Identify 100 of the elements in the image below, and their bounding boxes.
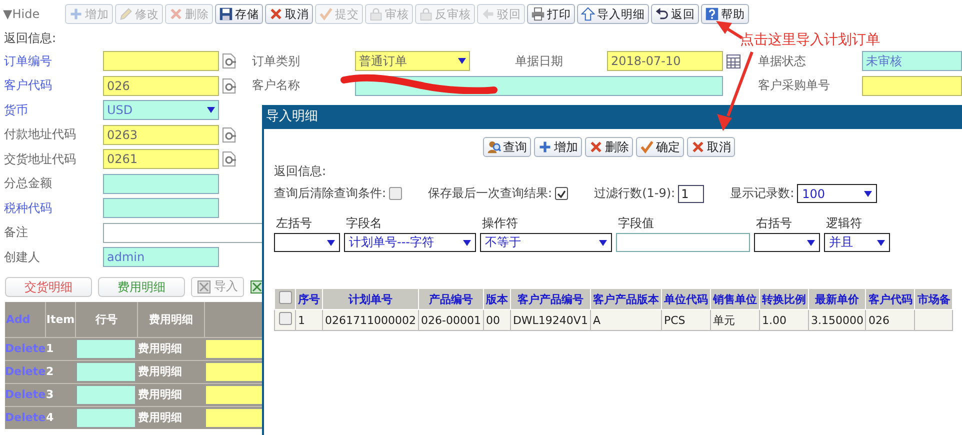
left-arrow-icon <box>481 7 495 21</box>
field-label: 单据状态 <box>758 52 807 70</box>
field-link-label[interactable]: 税种代码 <box>4 200 103 217</box>
pencil-icon <box>119 7 133 21</box>
column-header: 费用明细 <box>138 302 205 336</box>
column-header: 最新单价 <box>808 288 866 310</box>
option-label: 查询后清除查询条件: <box>274 185 386 202</box>
lookup-icon <box>222 78 236 94</box>
table-cell: 单元 <box>710 310 760 330</box>
plus-icon <box>69 7 83 21</box>
input-field[interactable]: 1 <box>678 184 704 202</box>
input-field[interactable] <box>76 384 136 404</box>
cross-icon <box>691 140 705 154</box>
input-field[interactable] <box>76 362 136 382</box>
field-link-label[interactable]: 客户代码 <box>4 77 103 94</box>
check-icon <box>319 7 333 21</box>
field-link-label[interactable]: 订单编号 <box>4 52 103 70</box>
dialog-button[interactable]: 增加 <box>534 137 582 157</box>
check-icon <box>557 190 566 198</box>
dropdown-field[interactable] <box>274 233 340 252</box>
field-label: 备注 <box>4 224 29 242</box>
dropdown-field[interactable]: 不等于 <box>480 233 612 252</box>
input-field[interactable]: 未审核 <box>862 51 962 72</box>
checkbox[interactable] <box>389 187 402 200</box>
input-field[interactable]: 026 <box>103 76 219 96</box>
input-field[interactable] <box>103 174 219 194</box>
input-field[interactable] <box>103 51 219 72</box>
dropdown-field[interactable]: 计划单号---字符 <box>344 233 476 252</box>
dialog-button[interactable]: 取消 <box>687 137 735 157</box>
padlock-icon <box>369 7 383 21</box>
padlock-icon <box>419 7 433 21</box>
printer-icon <box>531 7 545 21</box>
toolbar-button[interactable]: 帮助 <box>701 4 749 24</box>
field-label: 创建人 <box>4 248 41 266</box>
field-label: 分总金额 <box>4 175 53 192</box>
filter-label: 逻辑符 <box>825 215 863 232</box>
up-arrow-icon <box>581 7 595 21</box>
annotation-arrow <box>716 21 743 40</box>
column-header: 版本 <box>483 288 510 310</box>
search-icon <box>487 140 501 154</box>
column-header: 销售单位 <box>710 288 760 310</box>
calendar-icon <box>726 54 741 69</box>
dropdown-field[interactable] <box>754 233 820 252</box>
date-field[interactable]: 2018-07-10 <box>607 51 723 72</box>
caret-icon <box>458 58 466 64</box>
column-header: 行号 <box>76 302 138 336</box>
input-field[interactable]: admin <box>103 247 219 268</box>
lookup-icon <box>222 126 236 143</box>
input-field[interactable] <box>103 198 219 218</box>
table-cell: DWL19240V1 <box>510 310 590 330</box>
dropdown-field[interactable]: 100 <box>797 184 878 203</box>
filter-label: 操作符 <box>481 215 519 232</box>
checkbox[interactable] <box>555 187 568 200</box>
toolbar-button[interactable]: 存储 <box>215 4 263 24</box>
toolbar-button[interactable]: 返回 <box>651 4 699 24</box>
table-cell: 0261711000002 <box>322 310 418 330</box>
dropdown-field[interactable]: 并且 <box>824 233 890 252</box>
dialog-button[interactable]: 查询 <box>483 137 531 157</box>
toolbar-button[interactable]: 导入明细 <box>577 4 649 24</box>
lookup-icon <box>222 151 236 168</box>
checkbox[interactable] <box>278 291 292 304</box>
column-header: 产品编号 <box>418 288 484 310</box>
dialog-button[interactable]: 删除 <box>585 137 633 157</box>
annotation-text: 点击这里导入计划订单 <box>740 31 880 49</box>
input-field[interactable] <box>616 233 750 252</box>
input-field[interactable]: 0263 <box>103 124 219 145</box>
toolbar-button[interactable]: 取消 <box>265 4 313 24</box>
detail-tab[interactable]: 费用明细 <box>98 276 185 296</box>
dropdown-field[interactable]: 普通订单 <box>355 51 470 72</box>
dialog-title: 导入明细 <box>264 105 962 129</box>
input-field[interactable] <box>76 338 136 358</box>
field-label: 交货地址代码 <box>4 150 77 168</box>
field-label: 付款地址代码 <box>4 126 77 144</box>
check-icon <box>640 140 654 154</box>
option-label: 保存最后一次查询结果: <box>428 185 552 202</box>
spreadsheet-icon <box>250 280 264 294</box>
caret-icon <box>599 240 607 246</box>
input-field[interactable] <box>862 76 962 96</box>
detail-tab[interactable]: 交货明细 <box>5 276 92 296</box>
column-header: Item <box>46 302 76 336</box>
field-label: 订单类别 <box>252 52 301 70</box>
filter-label: 右括号 <box>755 215 793 232</box>
table-cell: 3.150000 <box>808 310 866 330</box>
input-field[interactable] <box>76 408 136 428</box>
table-cell: 00 <box>483 310 510 330</box>
field-label: 单据日期 <box>515 52 564 70</box>
table-cell: 1 <box>296 310 322 330</box>
column-header: 单位代码 <box>661 288 710 310</box>
field-link-label[interactable]: 货币 <box>4 102 103 119</box>
option-label: 显示记录数: <box>730 185 794 202</box>
column-header: 客户代码 <box>866 288 915 310</box>
plus-icon <box>538 140 552 154</box>
dropdown-field[interactable]: USD <box>103 100 219 120</box>
input-field[interactable]: 0261 <box>103 149 219 170</box>
table-cell: 026-00001 <box>418 310 484 330</box>
toolbar-button[interactable]: 打印 <box>527 4 575 24</box>
table-cell: A <box>590 310 662 330</box>
dialog-button[interactable]: 确定 <box>636 137 684 157</box>
checkbox[interactable] <box>278 312 292 325</box>
hide-toggle[interactable]: ▼Hide <box>3 7 63 21</box>
